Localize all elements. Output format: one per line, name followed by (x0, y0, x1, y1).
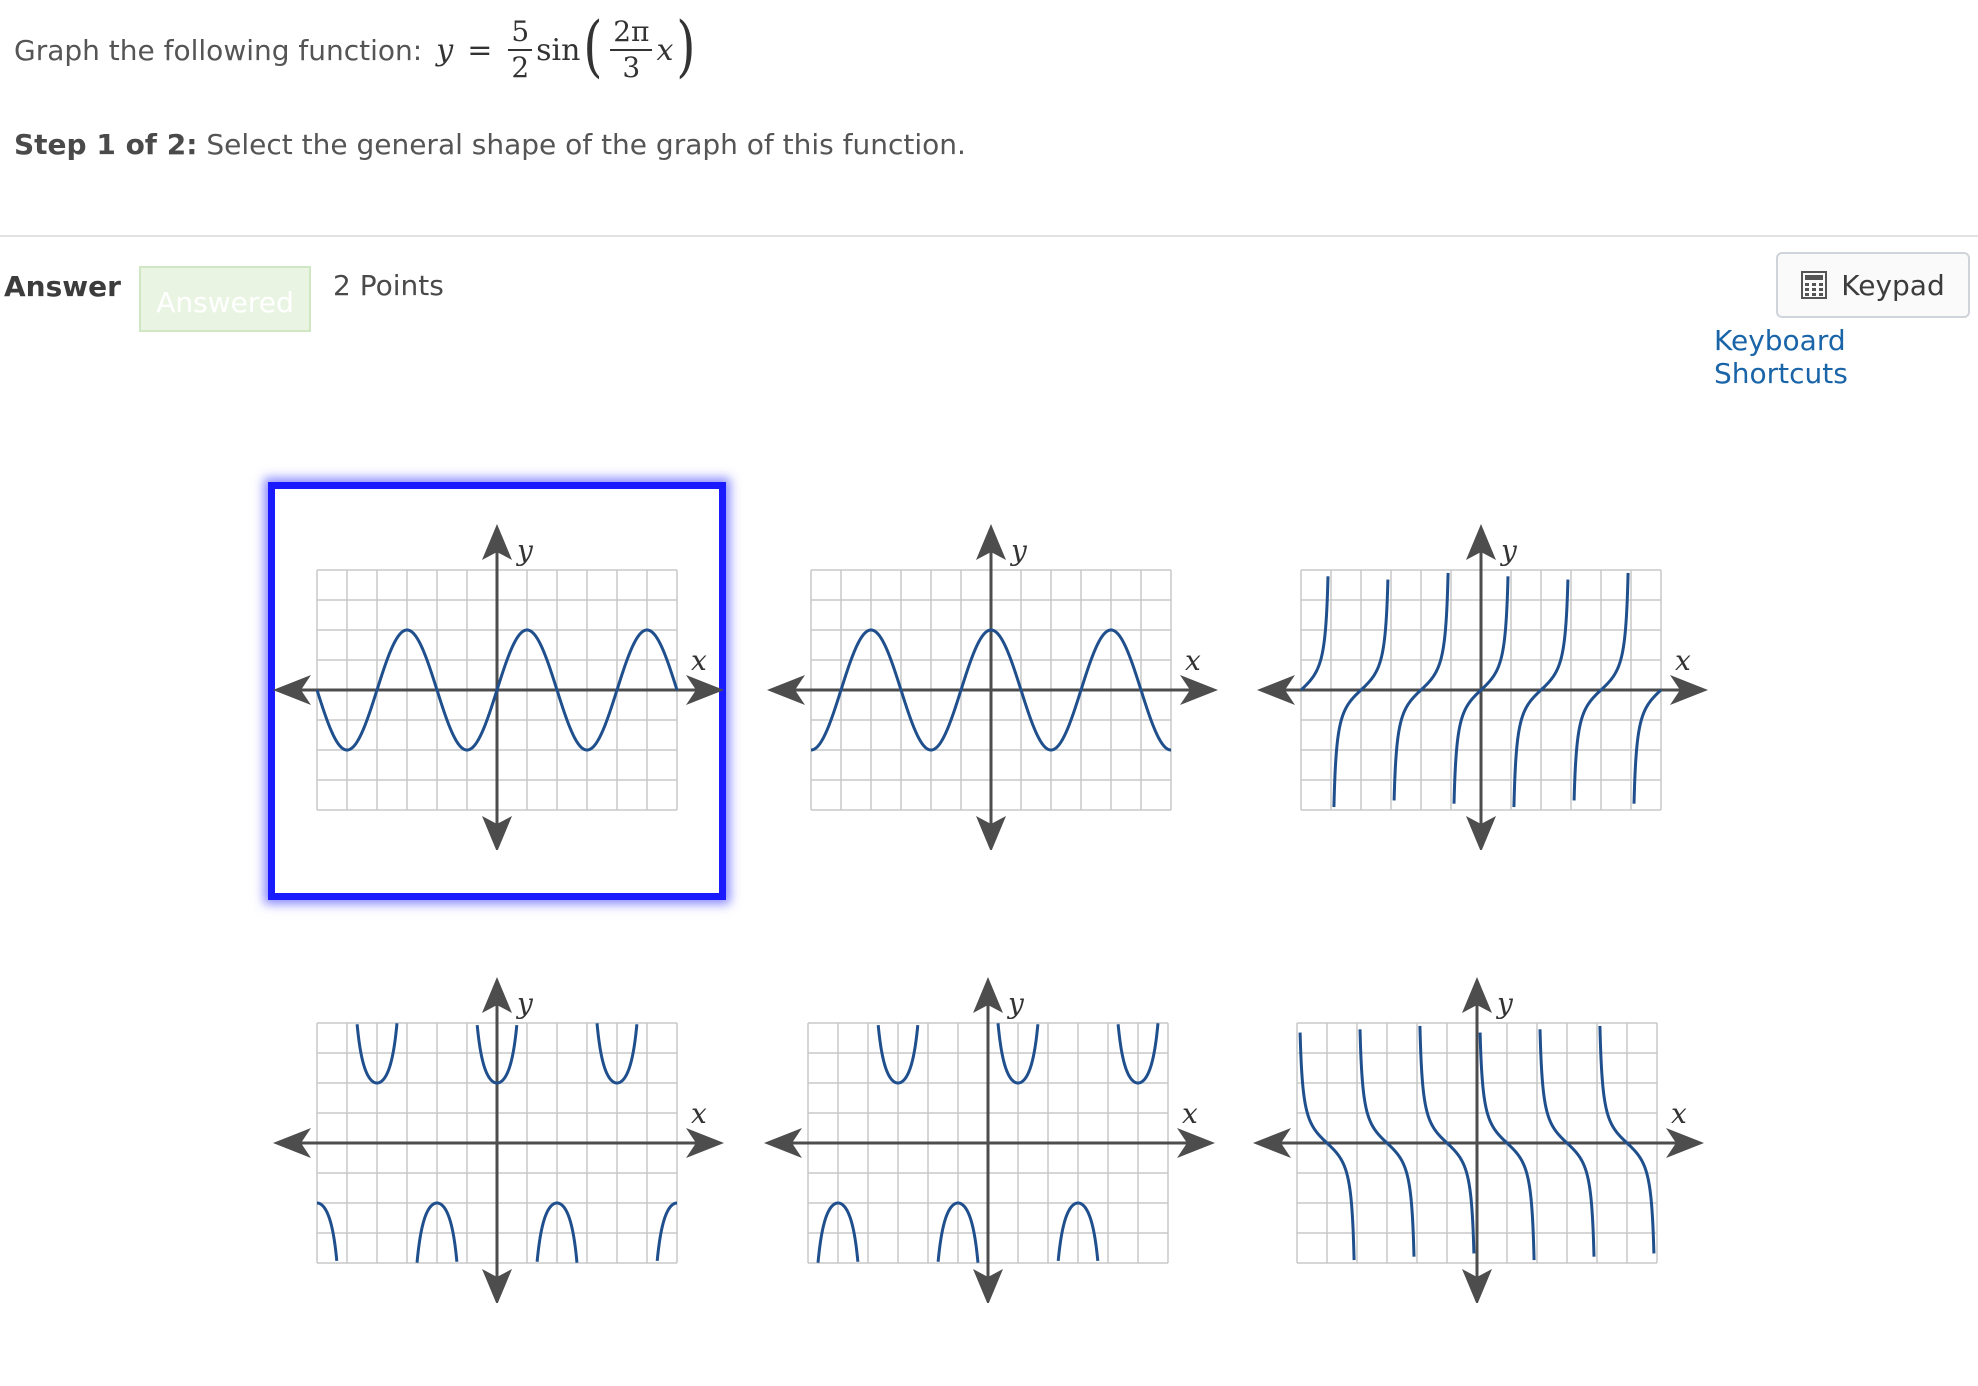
y-axis-label: y (1499, 534, 1518, 567)
x-axis-label: x (691, 644, 707, 677)
step-text: Select the general shape of the graph of… (206, 128, 966, 161)
y-axis-label: y (1495, 987, 1514, 1020)
graph-canvas: yx (273, 524, 724, 850)
question-text: Graph the following function: (14, 33, 423, 67)
formula-equals: = (467, 32, 493, 68)
option-cosine-graph[interactable]: yx (765, 510, 1220, 850)
x-axis-label: x (1671, 1097, 1687, 1130)
keyboard-shortcuts-link[interactable]: Keyboard Shortcuts (1714, 324, 1978, 390)
graph-canvas: yx (1253, 977, 1704, 1303)
question-prompt: Graph the following function: y = 5 2 si… (14, 10, 699, 90)
graph-canvas: yx (1257, 524, 1708, 850)
formula-right-paren: ) (676, 8, 696, 85)
formula-y: y (436, 32, 454, 68)
y-axis-label: y (515, 987, 534, 1020)
coef-numerator: 5 (508, 18, 533, 51)
coef-denominator: 2 (511, 51, 530, 84)
x-axis-label: x (691, 1097, 707, 1130)
x-axis-label: x (1675, 644, 1691, 677)
graph-canvas: yx (764, 977, 1215, 1303)
calculator-icon (1801, 271, 1828, 299)
option-cotangent-graph[interactable]: yx (1251, 963, 1706, 1303)
step-label: Step 1 of 2: (14, 128, 198, 161)
graph-canvas: yx (767, 524, 1218, 850)
points-value: 2 Points (333, 269, 444, 302)
formula-coefficient: 5 2 (508, 18, 533, 84)
x-axis-label: x (1185, 644, 1201, 677)
keypad-label: Keypad (1841, 268, 1945, 302)
option-tangent-graph[interactable]: yx (1255, 510, 1710, 850)
function-formula: y = 5 2 sin ( 2π 3 x ) (436, 14, 699, 84)
formula-arg-fraction: 2π 3 (610, 18, 653, 84)
step-instruction: Step 1 of 2: Select the general shape of… (14, 128, 966, 161)
formula-func: sin (536, 32, 581, 68)
arg-denominator: 3 (622, 51, 641, 84)
answer-label: Answer (4, 270, 121, 303)
x-axis-label: x (1182, 1097, 1198, 1130)
answered-status-badge: Answered (139, 266, 311, 332)
keypad-button[interactable]: Keypad (1776, 252, 1970, 318)
option-secant-graph[interactable]: yx (271, 963, 726, 1303)
y-axis-label: y (515, 534, 534, 567)
y-axis-label: y (1009, 534, 1028, 567)
formula-x: x (656, 32, 674, 68)
graph-canvas: yx (273, 977, 724, 1303)
section-divider (0, 235, 1978, 237)
formula-left-paren: ( (583, 8, 603, 85)
option-sine-graph[interactable]: yx (271, 510, 726, 850)
y-axis-label: y (1006, 987, 1025, 1020)
arg-numerator: 2π (610, 18, 653, 51)
option-cosecant-graph[interactable]: yx (762, 963, 1217, 1303)
